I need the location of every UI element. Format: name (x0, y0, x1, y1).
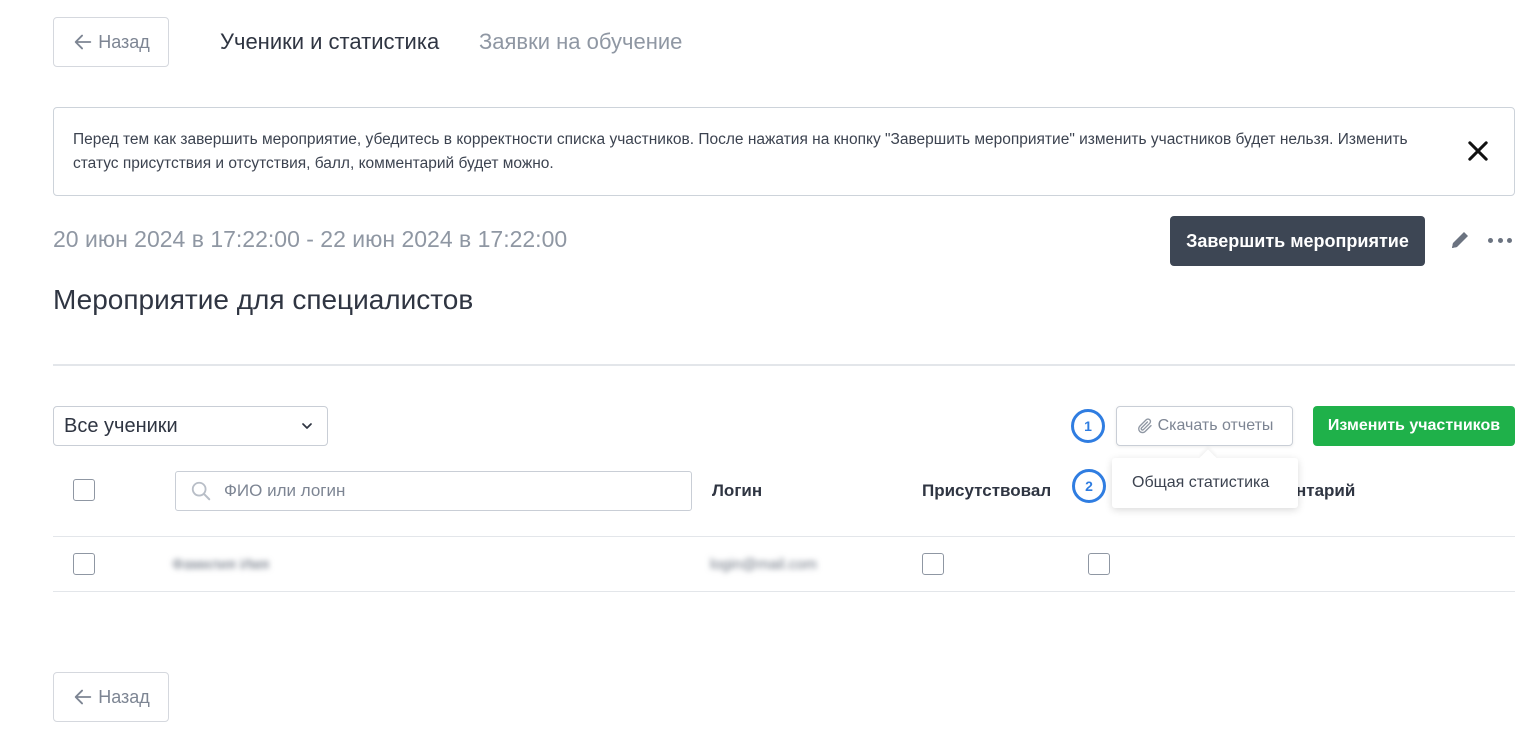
event-title: Мероприятие для специалистов (53, 284, 474, 315)
tab-training-requests[interactable]: Заявки на обучение (479, 29, 682, 55)
column-header-attended: Присутствовал (922, 481, 1052, 500)
change-participants-button[interactable]: Изменить участников (1313, 406, 1515, 446)
row-checkbox[interactable] (73, 553, 95, 575)
paperclip-icon (1137, 418, 1152, 434)
arrow-left-icon (74, 689, 92, 705)
finish-event-button[interactable]: Завершить мероприятие (1170, 216, 1425, 266)
arrow-left-icon (74, 34, 92, 50)
notice-text: Перед тем как завершить мероприятие, убе… (73, 131, 1408, 172)
students-filter-select[interactable]: Все ученики (53, 406, 328, 446)
select-all-checkbox[interactable] (73, 479, 95, 501)
back-button[interactable]: Назад (53, 17, 169, 67)
download-reports-dropdown: Общая статистика (1112, 458, 1298, 508)
tab-students-statistics[interactable]: Ученики и статистика (220, 29, 439, 55)
absent-checkbox[interactable] (1088, 553, 1110, 575)
search-icon (191, 481, 211, 501)
dropdown-item-general-statistics[interactable]: Общая статистика (1132, 474, 1269, 492)
back-button-bottom[interactable]: Назад (53, 672, 169, 722)
students-filter-value: Все ученики (64, 414, 178, 437)
search-placeholder: ФИО или логин (224, 481, 346, 500)
download-reports-label: Скачать отчеты (1157, 417, 1274, 434)
row-divider (53, 536, 1515, 537)
annotation-marker-1: 1 (1071, 409, 1105, 443)
pencil-icon[interactable] (1448, 228, 1472, 252)
student-name: Фамилия Имя (172, 556, 270, 573)
close-icon[interactable] (1464, 137, 1492, 165)
student-login: login@mail.com (710, 556, 817, 573)
more-options-icon[interactable] (1488, 230, 1512, 250)
divider (53, 364, 1515, 366)
back-button-label: Назад (98, 686, 150, 707)
column-header-login: Логин (712, 481, 763, 500)
column-header-comment: нтарий (1296, 481, 1356, 500)
annotation-marker-2: 2 (1072, 469, 1106, 503)
row-divider (53, 591, 1515, 592)
event-date-range: 20 июн 2024 в 17:22:00 - 22 июн 2024 в 1… (53, 226, 568, 252)
warning-notice: Перед тем как завершить мероприятие, убе… (53, 107, 1515, 196)
download-reports-button[interactable]: Скачать отчеты (1116, 406, 1293, 446)
search-input[interactable]: ФИО или логин (175, 471, 692, 511)
back-button-label: Назад (98, 31, 150, 52)
attended-checkbox[interactable] (922, 553, 944, 575)
chevron-down-icon (302, 423, 312, 429)
